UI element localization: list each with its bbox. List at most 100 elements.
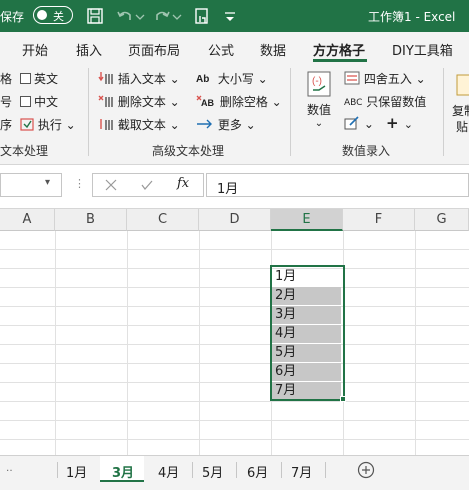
add-button[interactable]: + ⌄ <box>386 114 413 132</box>
tab-page-layout[interactable]: 页面布局 <box>128 40 180 59</box>
sheet-tab-4[interactable]: 4月 <box>158 462 179 481</box>
tab-separator <box>325 462 326 478</box>
insert-text-button[interactable]: 插入文本 ⌄ <box>98 70 180 87</box>
check-icon[interactable] <box>141 179 153 191</box>
gridline <box>199 231 200 455</box>
checkbox-box <box>20 73 31 84</box>
tab-fangfang[interactable]: 方方格子 <box>313 40 365 59</box>
tab-diy-toolbox[interactable]: DIY工具箱 <box>392 40 453 59</box>
scroll-tabs-icon[interactable]: ‥ <box>6 463 13 474</box>
delete-space-label: 删除空格 <box>219 95 268 109</box>
gridline <box>0 344 469 345</box>
sheet-tab-7[interactable]: 7月 <box>291 462 312 481</box>
fill-handle[interactable] <box>340 396 346 402</box>
close-icon[interactable] <box>105 179 117 191</box>
sheet-tab-5[interactable]: 5月 <box>202 462 223 481</box>
more-label: 更多 <box>217 118 242 132</box>
tab-data[interactable]: 数据 <box>260 40 286 59</box>
tab-separator <box>192 462 193 478</box>
extract-text-button[interactable]: 截取文本 ⌄ <box>98 116 180 133</box>
chinese-checkbox[interactable]: 中文 <box>20 93 58 110</box>
ribbon-fragment-1[interactable]: 格 <box>0 70 12 87</box>
vertical-dots-icon: ⋮ <box>74 177 85 190</box>
insert-text-icon <box>98 72 113 84</box>
title-bar: 保存 关 工作簿1 - Excel <box>0 0 469 32</box>
group-label-advanced-text: 高级文本处理 <box>152 144 225 158</box>
column-header-b[interactable]: B <box>55 209 127 231</box>
ribbon-panel: 格 号 序 英文 中文 执行 ⌄ 文本处理 插入文本 ⌄ 删除文本 ⌄ 截取文本… <box>0 62 469 165</box>
tab-home[interactable]: 开始 <box>22 40 48 59</box>
gridline <box>0 325 469 326</box>
customize-qat-icon[interactable] <box>222 6 238 26</box>
sheet-tab-6[interactable]: 6月 <box>247 462 268 481</box>
sheet-tab-bar: ‥ 1月 3月 4月 5月 6月 7月 <box>0 455 469 490</box>
redo-dropdown-icon[interactable] <box>171 6 183 26</box>
paste-icon[interactable] <box>455 72 469 98</box>
execute-icon <box>20 118 34 131</box>
gridline <box>0 306 469 307</box>
gridline <box>0 401 469 402</box>
gridline <box>0 363 469 364</box>
numeric-button[interactable]: (-) 数值 ⌄ <box>300 70 338 138</box>
numeric-icon: (-) <box>307 71 331 97</box>
paste-fragment-2[interactable]: 贴 <box>456 118 468 135</box>
chevron-down-icon[interactable]: ▾ <box>45 177 50 188</box>
english-checkbox[interactable]: 英文 <box>20 70 58 87</box>
arrow-right-icon <box>197 119 212 129</box>
column-header-a[interactable]: A <box>0 209 55 231</box>
keep-value-button[interactable]: ABC 只保留数值 <box>344 93 426 110</box>
column-header-f[interactable]: F <box>343 209 415 231</box>
group-label-text: 文本处理 <box>0 144 49 158</box>
column-header-c[interactable]: C <box>127 209 199 231</box>
undo-icon[interactable] <box>115 6 135 26</box>
extract-text-icon <box>100 119 113 130</box>
sheet-tab-active[interactable]: 3月 <box>112 462 134 481</box>
delete-text-label: 删除文本 <box>117 95 166 109</box>
undo-dropdown-icon[interactable] <box>134 6 146 26</box>
delete-space-button[interactable]: AB 删除空格 ⌄ <box>196 93 282 110</box>
tab-insert[interactable]: 插入 <box>76 40 102 59</box>
save-icon[interactable] <box>85 6 105 26</box>
redo-icon[interactable] <box>152 6 172 26</box>
gridline <box>0 287 469 288</box>
gridline <box>0 439 469 440</box>
numeric-label: 数值 <box>306 103 331 117</box>
sheet-tab-1[interactable]: 1月 <box>66 462 87 481</box>
edit-icon <box>344 116 359 130</box>
gridline <box>0 382 469 383</box>
column-header-g[interactable]: G <box>415 209 469 231</box>
insert-text-label: 插入文本 <box>117 72 166 86</box>
execute-button[interactable]: 执行 ⌄ <box>20 116 76 133</box>
name-box[interactable]: ▾ <box>0 173 62 197</box>
gridline <box>0 249 469 250</box>
column-header-e[interactable]: E <box>271 209 343 231</box>
autosave-toggle[interactable]: 关 <box>33 6 73 24</box>
document-title: 工作簿1 - Excel <box>368 10 456 24</box>
delete-text-icon <box>98 95 113 107</box>
svg-text:(-): (-) <box>312 76 322 87</box>
chinese-label: 中文 <box>34 95 59 109</box>
delete-text-button[interactable]: 删除文本 ⌄ <box>98 93 180 110</box>
more-button[interactable]: 更多 ⌄ <box>196 116 256 133</box>
english-label: 英文 <box>34 72 59 86</box>
case-button[interactable]: Ab 大小写 ⌄ <box>196 70 268 87</box>
gridline <box>0 268 469 269</box>
insert-function-button[interactable]: fx <box>177 176 189 191</box>
execute-label: 执行 <box>37 118 62 132</box>
ribbon-fragment-3[interactable]: 序 <box>0 116 12 133</box>
touch-mode-icon[interactable] <box>192 6 212 26</box>
round-icon <box>344 71 360 85</box>
ribbon-fragment-2[interactable]: 号 <box>0 93 12 110</box>
tab-formulas[interactable]: 公式 <box>208 40 234 59</box>
selection-border <box>270 265 345 401</box>
delete-space-icon: AB <box>196 95 214 108</box>
round-button[interactable]: 四舍五入 ⌄ <box>344 70 426 87</box>
edit-value-button[interactable]: ⌄ <box>344 116 374 131</box>
plus-circle-icon[interactable] <box>357 461 375 479</box>
ribbon-separator <box>443 68 444 156</box>
column-header-d[interactable]: D <box>199 209 271 231</box>
formula-input[interactable]: 1月 <box>206 173 469 197</box>
formula-bar: ▾ ⋮ fx 1月 <box>0 165 469 209</box>
paste-fragment-1[interactable]: 复制 <box>452 102 469 119</box>
autosave-label: 保存 <box>0 10 25 24</box>
